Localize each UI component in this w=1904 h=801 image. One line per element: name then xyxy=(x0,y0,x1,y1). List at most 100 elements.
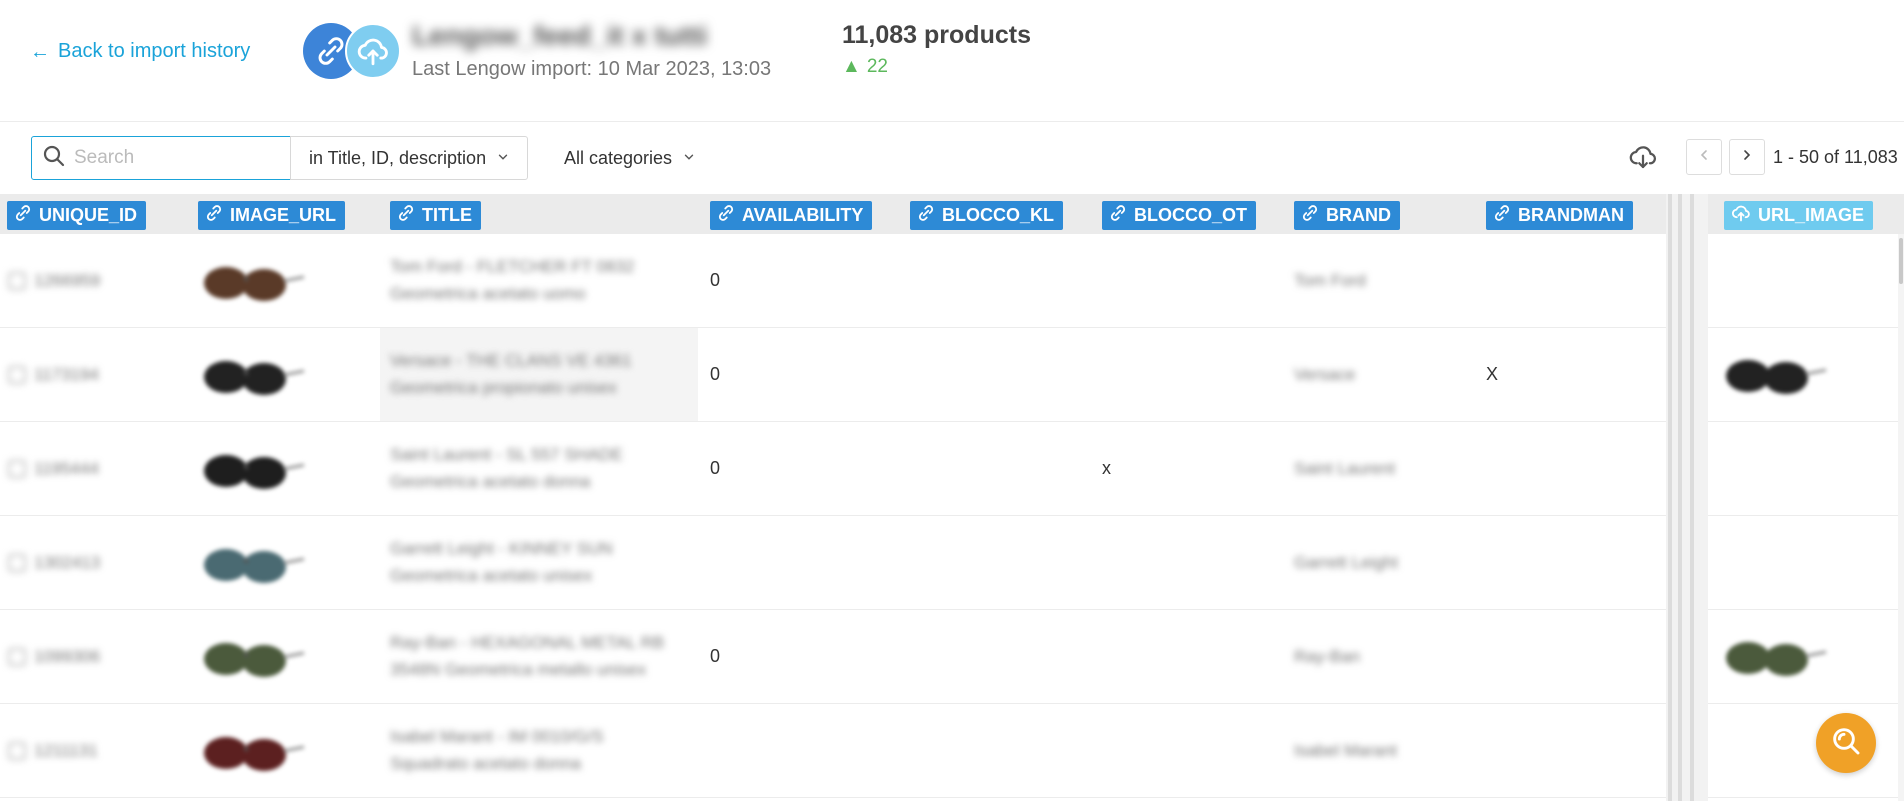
title-line-2: Geometrica acetato donna xyxy=(390,471,591,491)
brand-cell: Ray-Ban xyxy=(1294,610,1474,703)
column-header-image-url[interactable]: IMAGE_URL xyxy=(198,201,346,230)
url-image-thumbnail[interactable] xyxy=(1718,626,1828,686)
url-image-header-bar: URL_IMAGE xyxy=(1708,194,1904,234)
column-header-label: BRANDMAN xyxy=(1518,205,1624,225)
column-header-label: BLOCCO_OT xyxy=(1134,205,1248,225)
row-checkbox[interactable] xyxy=(8,741,26,760)
brand-cell: Isabel Marant xyxy=(1294,704,1474,797)
table-row[interactable]: 1099306 Ray-Ban - HEXAGONAL METAL RB 3548N… xyxy=(0,610,1666,704)
link-icon xyxy=(1109,204,1127,227)
download-button[interactable] xyxy=(1628,144,1658,174)
url-image-cell xyxy=(1708,422,1904,516)
last-import-date: Last Lengow import: 10 Mar 2023, 13:03 xyxy=(412,58,772,80)
column-header-blocco-kl[interactable]: BLOCCO_KL xyxy=(910,201,1063,230)
unique-id-value: 1266959 xyxy=(34,270,101,290)
table-row[interactable]: 1266959 Tom Ford - FLETCHER FT 0832 Geomet… xyxy=(0,234,1666,328)
column-header-label: BRAND xyxy=(1326,205,1391,225)
row-checkbox[interactable] xyxy=(8,459,26,478)
brandman-cell xyxy=(1486,234,1656,327)
title-cell: Saint Laurent - SL 557 SHADE Geometrica a… xyxy=(380,422,698,515)
blocco-ot-value: x xyxy=(1102,458,1111,478)
title-cell: Tom Ford - FLETCHER FT 0832 Geometrica ac… xyxy=(380,234,698,327)
unique-id-cell: 1302413 xyxy=(8,516,188,609)
availability-value: 0 xyxy=(710,270,721,290)
column-header-label: TITLE xyxy=(422,205,472,225)
image-url-cell xyxy=(196,328,376,421)
column-header-title[interactable]: TITLE xyxy=(390,201,481,230)
unique-id-value: 1195444 xyxy=(34,458,99,478)
table-row[interactable]: 1211131 Isabel Marant - IM 0010/G/S Squadr… xyxy=(0,704,1666,798)
column-header-unique-id[interactable]: UNIQUE_ID xyxy=(7,201,147,230)
row-checkbox[interactable] xyxy=(8,647,26,666)
column-header-label: IMAGE_URL xyxy=(230,205,337,225)
search-box[interactable] xyxy=(31,136,291,180)
brand-value: Versace xyxy=(1294,364,1356,384)
import-header: ← Back to import history Lengow_feed_it … xyxy=(0,0,1904,122)
previous-page-button[interactable] xyxy=(1686,139,1722,175)
column-header-label: UNIQUE_ID xyxy=(39,205,138,225)
blocco-ot-cell xyxy=(1102,328,1282,421)
product-image[interactable] xyxy=(196,533,306,593)
image-url-cell xyxy=(196,234,376,327)
unique-id-value: 1099306 xyxy=(34,646,101,666)
cloud-upload-icon xyxy=(1731,203,1751,228)
blocco-kl-cell xyxy=(910,234,1090,327)
search-input[interactable] xyxy=(74,147,274,169)
product-image[interactable] xyxy=(196,721,306,781)
image-url-cell xyxy=(196,704,376,797)
blocco-ot-cell xyxy=(1102,704,1282,797)
title-line-1: Garrett Leight - KINNEY SUN xyxy=(390,539,613,559)
title-cell: Garrett Leight - KINNEY SUN Geometrica ac… xyxy=(380,516,698,609)
chevron-down-icon xyxy=(682,148,696,169)
blocco-kl-cell xyxy=(910,422,1090,515)
row-checkbox[interactable] xyxy=(8,271,26,290)
row-checkbox[interactable] xyxy=(8,365,26,384)
brandman-cell xyxy=(1486,704,1656,797)
next-page-button[interactable] xyxy=(1729,139,1765,175)
product-image[interactable] xyxy=(196,345,306,405)
product-image[interactable] xyxy=(196,251,306,311)
url-image-thumbnail[interactable] xyxy=(1718,344,1828,404)
image-url-cell xyxy=(196,610,376,703)
separator-line xyxy=(1690,194,1694,801)
product-image[interactable] xyxy=(196,439,306,499)
category-select[interactable]: All categories xyxy=(564,136,696,180)
image-url-cell xyxy=(196,422,376,515)
product-image[interactable] xyxy=(196,627,306,687)
unique-id-cell: 1099306 xyxy=(8,610,188,703)
column-header-url-image[interactable]: URL_IMAGE xyxy=(1724,201,1874,230)
scrollbar-thumb[interactable] xyxy=(1899,238,1903,284)
back-to-import-history-link[interactable]: ← Back to import history xyxy=(30,40,250,63)
link-icon xyxy=(1493,204,1511,227)
vertical-scrollbar[interactable] xyxy=(1898,234,1904,801)
pagination-range: 1 - 50 of 11,083 xyxy=(1773,147,1898,167)
product-count: 11,083 products xyxy=(842,21,1031,49)
table-row[interactable]: 1173194 Versace - THE CLANS VE 4361 Geomet… xyxy=(0,328,1666,422)
title-line-1: Versace - THE CLANS VE 4361 xyxy=(390,351,632,371)
url-image-column: URL_IMAGE xyxy=(1708,194,1904,801)
title-line-2: 3548N Geometrica metallo unisex xyxy=(390,659,647,679)
product-grid: UNIQUE_ID IMAGE_URL TITLE AVAILABILITY B… xyxy=(0,194,1904,801)
row-checkbox[interactable] xyxy=(8,553,26,572)
chevron-left-icon xyxy=(1696,147,1712,168)
separator-line xyxy=(1678,194,1682,801)
search-scope-select[interactable]: in Title, ID, description xyxy=(290,136,528,180)
brandman-cell xyxy=(1486,610,1656,703)
table-row[interactable]: 1195444 Saint Laurent - SL 557 SHADE Geome… xyxy=(0,422,1666,516)
unique-id-cell: 1211131 xyxy=(8,704,188,797)
image-url-cell xyxy=(196,516,376,609)
column-header-brandman[interactable]: BRANDMAN xyxy=(1486,201,1633,230)
link-icon xyxy=(397,204,415,227)
blocco-ot-cell xyxy=(1102,610,1282,703)
chevron-down-icon xyxy=(496,148,510,169)
column-header-availability[interactable]: AVAILABILITY xyxy=(710,201,873,230)
title-line-1: Saint Laurent - SL 557 SHADE xyxy=(390,445,623,465)
availability-cell xyxy=(710,704,890,797)
unique-id-value: 1173194 xyxy=(34,364,99,384)
column-header-blocco-ot[interactable]: BLOCCO_OT xyxy=(1102,201,1257,230)
table-row[interactable]: 1302413 Garrett Leight - KINNEY SUN Geomet… xyxy=(0,516,1666,610)
title-line-1: Ray-Ban - HEXAGONAL METAL RB xyxy=(390,633,665,653)
column-header-brand[interactable]: BRAND xyxy=(1294,201,1400,230)
help-search-button[interactable] xyxy=(1816,713,1876,773)
link-icon xyxy=(205,204,223,227)
